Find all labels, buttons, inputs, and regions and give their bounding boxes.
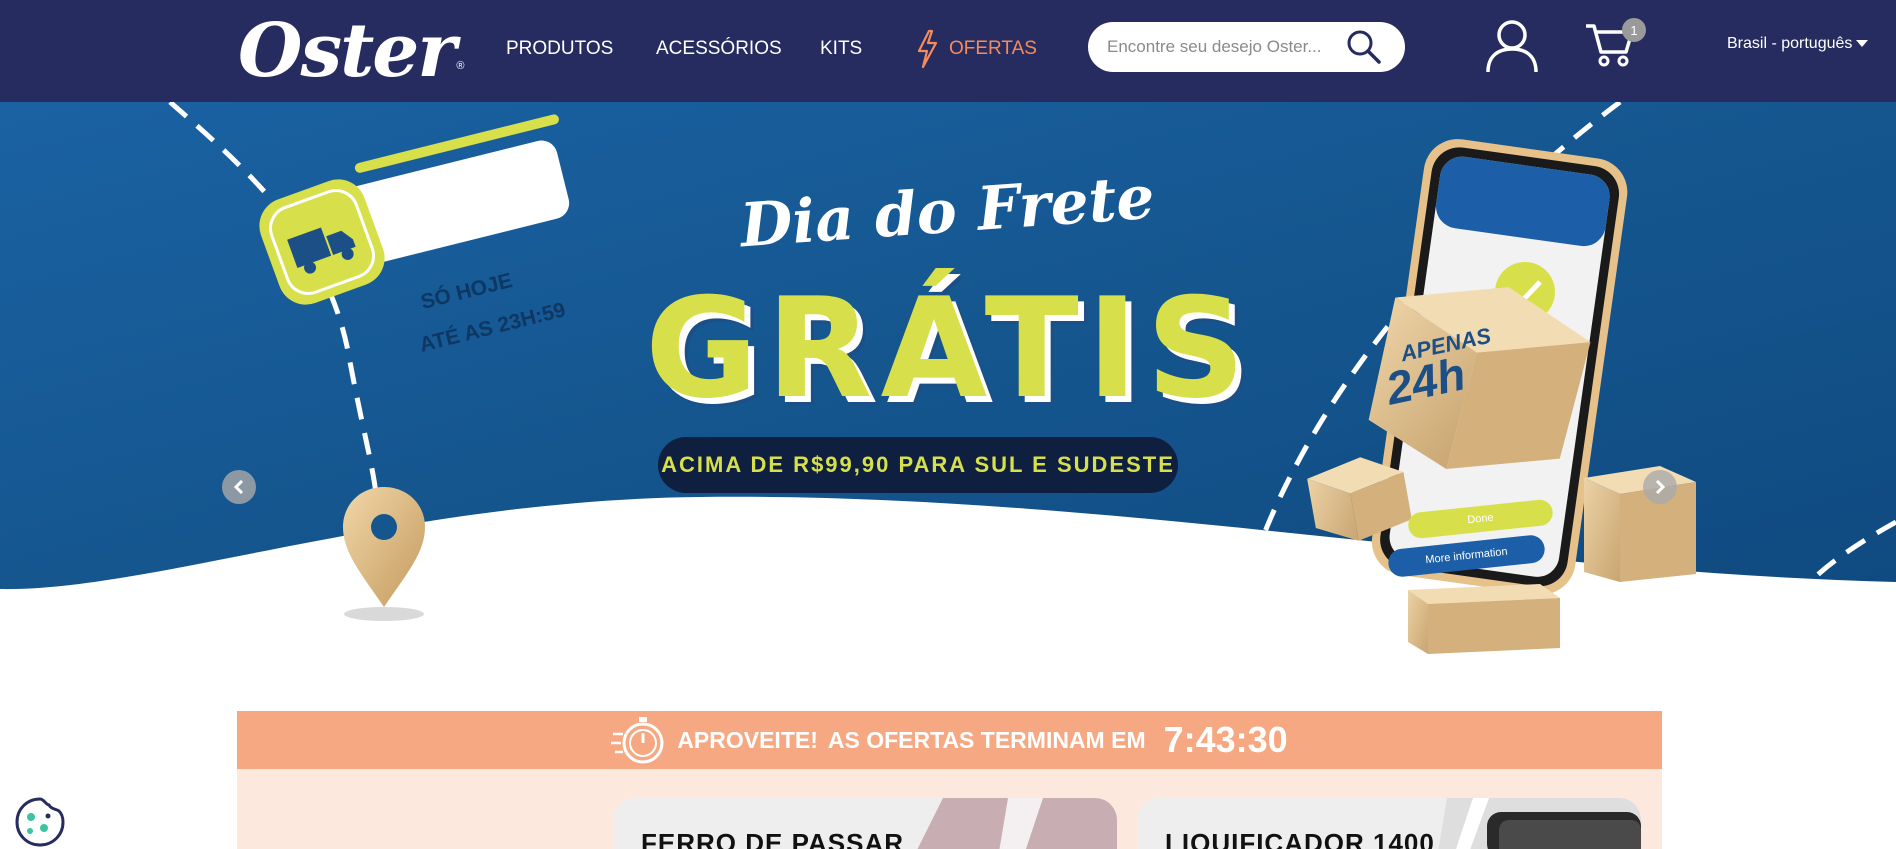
- lightning-icon: [917, 29, 938, 69]
- oster-logo[interactable]: Oster ®: [238, 4, 464, 98]
- user-icon[interactable]: [1484, 18, 1540, 79]
- carousel-next-button[interactable]: [1643, 470, 1677, 504]
- banner-title-gratis: GRÁTIS: [645, 268, 1254, 429]
- product-card[interactable]: LIQUIFICADOR 1400: [1137, 798, 1641, 849]
- logo-text: Oster: [238, 8, 456, 94]
- nav-ofertas-label: OFERTAS: [949, 38, 1037, 59]
- search-box: [1088, 22, 1405, 72]
- search-input[interactable]: [1107, 37, 1337, 57]
- hero-banner[interactable]: SÓ HOJE ATÉ AS 23H:59 Dia do Frete GRÁTI…: [0, 102, 1896, 662]
- cookie-settings-icon[interactable]: [14, 796, 66, 849]
- search-icon[interactable]: [1345, 28, 1383, 71]
- language-selector[interactable]: Brasil - português: [1727, 35, 1869, 53]
- product-card[interactable]: FERRO DE PASSAR: [613, 798, 1117, 849]
- page: Oster ® PRODUTOS ACESSÓRIOS KITS OFERTAS…: [0, 0, 1896, 849]
- stopwatch-icon: [611, 717, 664, 764]
- nav-acessorios[interactable]: ACESSÓRIOS: [656, 38, 782, 60]
- banner-subtitle: ACIMA DE R$99,90 PARA SUL E SUDESTE: [658, 437, 1178, 493]
- nav-ofertas[interactable]: OFERTAS: [915, 29, 1037, 69]
- site-header: Oster ® PRODUTOS ACESSÓRIOS KITS OFERTAS…: [0, 0, 1896, 102]
- chevron-left-icon: [233, 480, 244, 494]
- nav-produtos[interactable]: PRODUTOS: [506, 38, 613, 60]
- caret-down-icon: [1856, 40, 1869, 47]
- cart-count-badge: 1: [1622, 18, 1646, 42]
- nav-kits[interactable]: KITS: [820, 38, 862, 60]
- offers-label-terminam: AS OFERTAS TERMINAM EM: [827, 726, 1146, 753]
- registered-mark: ®: [456, 60, 465, 72]
- language-label: Brasil - português: [1727, 35, 1853, 52]
- product-card-title: LIQUIFICADOR 1400: [1165, 828, 1435, 849]
- chevron-right-icon: [1655, 480, 1666, 494]
- carousel-prev-button[interactable]: [222, 470, 256, 504]
- offers-countdown-timer: 7:43:30: [1163, 719, 1288, 760]
- offers-countdown-bar: APROVEITE! AS OFERTAS TERMINAM EM 7:43:3…: [237, 711, 1662, 769]
- product-card-title: FERRO DE PASSAR: [641, 828, 904, 849]
- offers-label-aproveite: APROVEITE!: [677, 726, 818, 753]
